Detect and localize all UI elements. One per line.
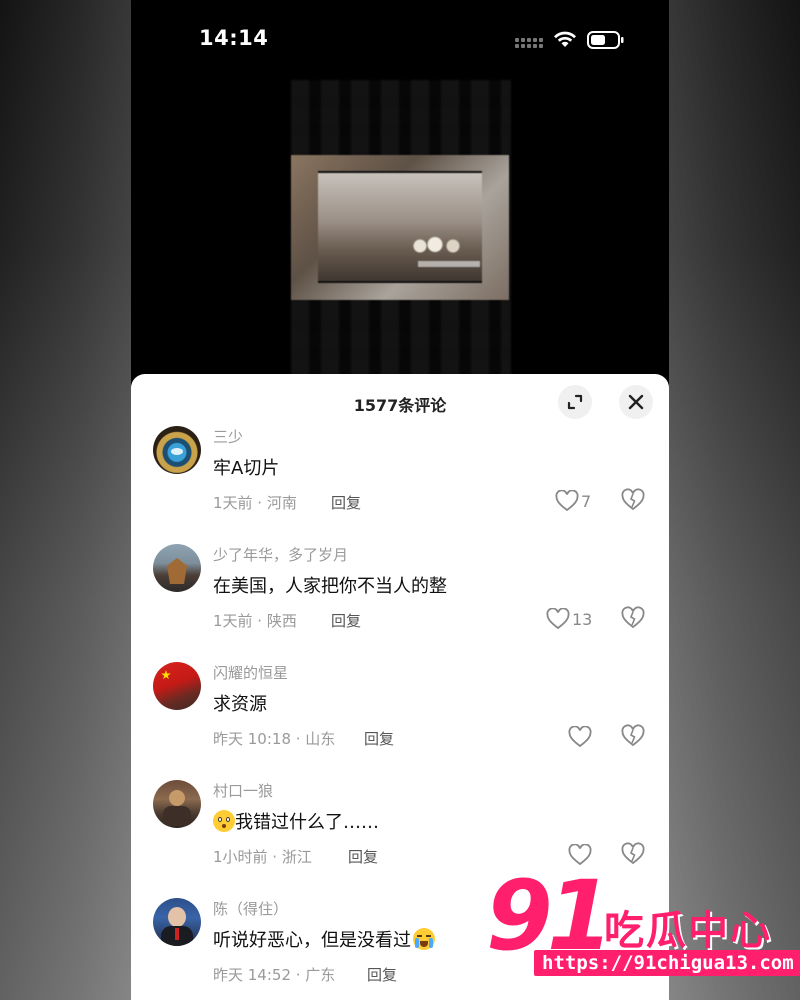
status-bar: 14:14 bbox=[131, 0, 669, 80]
video-player[interactable] bbox=[131, 80, 669, 375]
expand-button[interactable] bbox=[558, 385, 592, 419]
comment-username[interactable]: 三少 bbox=[213, 426, 243, 447]
reply-button[interactable]: 回复 bbox=[331, 492, 361, 513]
reply-button[interactable]: 回复 bbox=[331, 610, 361, 631]
close-button[interactable] bbox=[619, 385, 653, 419]
comment-username[interactable]: 村口一狼 bbox=[213, 780, 273, 801]
crying-emoji-icon bbox=[413, 928, 435, 950]
watermark-url: https://91chigua13.com bbox=[534, 950, 800, 976]
heart-icon bbox=[555, 490, 579, 512]
avatar[interactable] bbox=[153, 898, 201, 946]
background-right bbox=[669, 0, 800, 1000]
avatar[interactable] bbox=[153, 780, 201, 828]
video-subtitle-strip bbox=[418, 261, 480, 267]
close-icon bbox=[628, 394, 644, 410]
comment-item[interactable]: 三少 牢A切片 1天前 · 河南 回复 7 bbox=[131, 426, 669, 544]
comment-text: 我错过什么了…… bbox=[235, 812, 379, 833]
expand-icon bbox=[567, 394, 583, 410]
comment-text: 求资源 bbox=[213, 694, 267, 715]
comment-text: 在美国，人家把你不当人的整 bbox=[213, 576, 447, 597]
comment-username[interactable]: 少了年华，多了岁月 bbox=[213, 544, 348, 565]
comment-username[interactable]: 陈（得住） bbox=[213, 898, 288, 919]
video-content bbox=[318, 171, 482, 283]
broken-heart-icon[interactable] bbox=[621, 488, 645, 512]
battery-icon bbox=[587, 31, 624, 49]
site-watermark: 91 吃瓜中心 https://91chigua13.com bbox=[486, 868, 800, 986]
phone-screen: 14:14 1577条评论 三少 牢A切片 1天前 · 河南 回复 7 少了年华… bbox=[131, 0, 669, 1000]
comment-text-row: 听说好恶心，但是没看过 bbox=[213, 926, 435, 952]
watermark-brand: 吃瓜中心 bbox=[604, 908, 772, 954]
background-left bbox=[0, 0, 131, 1000]
heart-icon bbox=[546, 608, 570, 630]
reply-button[interactable]: 回复 bbox=[367, 964, 397, 985]
broken-heart-icon[interactable] bbox=[621, 842, 645, 866]
comment-meta: 1天前 · 陕西 bbox=[213, 612, 297, 630]
reply-button[interactable]: 回复 bbox=[348, 846, 378, 867]
comment-text: 听说好恶心，但是没看过 bbox=[213, 930, 411, 951]
video-thumbnail bbox=[291, 155, 509, 300]
comment-username[interactable]: 闪耀的恒星 bbox=[213, 662, 288, 683]
like-button[interactable]: 13 bbox=[546, 606, 592, 632]
heart-icon bbox=[568, 726, 592, 748]
broken-heart-icon[interactable] bbox=[621, 606, 645, 630]
comment-item[interactable]: 少了年华，多了岁月 在美国，人家把你不当人的整 1天前 · 陕西 回复 13 bbox=[131, 544, 669, 662]
avatar[interactable] bbox=[153, 662, 201, 710]
broken-heart-icon[interactable] bbox=[621, 724, 645, 748]
comment-meta: 1小时前 · 浙江 bbox=[213, 848, 312, 866]
signal-icon bbox=[515, 36, 545, 48]
comment-meta: 昨天 10:18 · 山东 bbox=[213, 730, 336, 748]
avatar[interactable] bbox=[153, 426, 201, 474]
comment-meta: 1天前 · 河南 bbox=[213, 494, 297, 512]
like-count: 13 bbox=[572, 609, 593, 629]
comments-header: 1577条评论 bbox=[131, 374, 669, 430]
flushed-emoji-icon bbox=[213, 810, 235, 832]
video-scene-detail bbox=[408, 228, 468, 258]
avatar[interactable] bbox=[153, 544, 201, 592]
reply-button[interactable]: 回复 bbox=[364, 728, 394, 749]
comment-meta: 昨天 14:52 · 广东 bbox=[213, 966, 336, 984]
like-button[interactable]: 7 bbox=[555, 488, 591, 514]
wifi-icon bbox=[554, 31, 576, 47]
comment-text-row: 我错过什么了…… bbox=[213, 808, 379, 834]
comment-item[interactable]: 闪耀的恒星 求资源 昨天 10:18 · 山东 回复 bbox=[131, 662, 669, 780]
like-count: 7 bbox=[581, 491, 592, 511]
comment-text: 牢A切片 bbox=[213, 458, 280, 479]
like-button[interactable] bbox=[568, 724, 592, 750]
status-time: 14:14 bbox=[199, 26, 269, 50]
